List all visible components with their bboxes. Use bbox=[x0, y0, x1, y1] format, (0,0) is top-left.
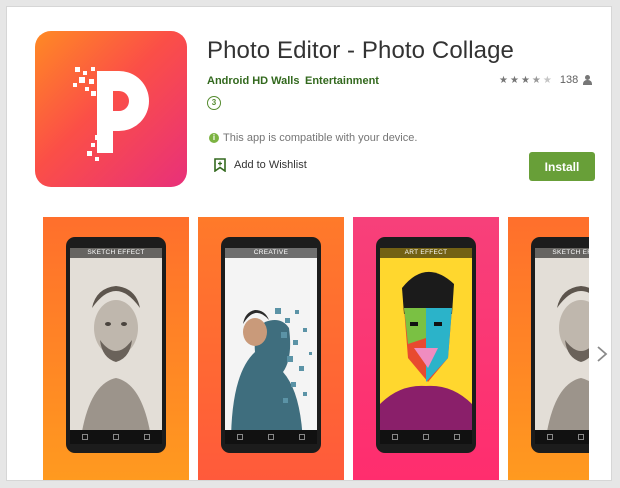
phone-nav-bar bbox=[380, 430, 472, 444]
phone-frame: SKETCH EFFECT bbox=[66, 237, 166, 453]
phone-screen: SKETCH EFFECT bbox=[535, 248, 589, 444]
chevron-right-icon[interactable] bbox=[595, 345, 609, 363]
screenshot-label: ART EFFECT bbox=[380, 248, 472, 258]
phone-nav-bar bbox=[225, 430, 317, 444]
rating-count: 138 bbox=[559, 74, 579, 86]
wishlist-label: Add to Wishlist bbox=[234, 159, 307, 171]
screenshot-thumbnail[interactable]: ART EFFECT bbox=[353, 217, 499, 480]
person-icon bbox=[583, 75, 593, 85]
app-title: Photo Editor - Photo Collage bbox=[207, 37, 514, 64]
compatibility-notice: i This app is compatible with your devic… bbox=[209, 132, 417, 144]
star-icon: ★ bbox=[509, 74, 519, 86]
phone-frame: SKETCH EFFECT bbox=[531, 237, 589, 453]
add-to-wishlist-button[interactable]: Add to Wishlist bbox=[214, 158, 307, 172]
app-details-card: Photo Editor - Photo Collage Android HD … bbox=[6, 6, 612, 481]
dispersion-portrait-image bbox=[225, 248, 317, 444]
rating-summary: ★ ★ ★ ★ ★ 138 bbox=[499, 74, 593, 86]
p-logo-icon bbox=[73, 67, 149, 161]
phone-nav-bar bbox=[70, 430, 162, 444]
empty-star-icon: ★ bbox=[542, 74, 552, 86]
screenshot-label: SKETCH EFFECT bbox=[535, 248, 589, 258]
phone-screen: ART EFFECT bbox=[380, 248, 472, 444]
star-icon: ★ bbox=[499, 74, 508, 86]
category-link[interactable]: Entertainment bbox=[305, 75, 379, 87]
developer-link[interactable]: Android HD Walls bbox=[207, 75, 299, 87]
phone-screen: CREATIVE bbox=[225, 248, 317, 444]
phone-frame: CREATIVE bbox=[221, 237, 321, 453]
compatibility-text: This app is compatible with your device. bbox=[223, 132, 418, 144]
install-button[interactable]: Install bbox=[529, 152, 595, 181]
phone-frame: ART EFFECT bbox=[376, 237, 476, 453]
screenshot-label: SKETCH EFFECT bbox=[70, 248, 162, 258]
sketch-portrait-image bbox=[70, 248, 162, 444]
star-icon: ★ bbox=[520, 74, 530, 86]
sketch-portrait-image bbox=[535, 248, 589, 444]
screenshot-carousel: SKETCH EFFECT CREATIVE ART EFFECT SKETCH… bbox=[43, 217, 589, 480]
screenshot-thumbnail[interactable]: CREATIVE bbox=[198, 217, 344, 480]
bookmark-add-icon bbox=[214, 158, 226, 172]
screenshot-thumbnail[interactable]: SKETCH EFFECT bbox=[508, 217, 589, 480]
phone-screen: SKETCH EFFECT bbox=[70, 248, 162, 444]
info-icon: i bbox=[209, 133, 219, 143]
half-star-icon: ★ bbox=[531, 74, 541, 86]
content-rating-badge: 3 bbox=[207, 96, 221, 110]
phone-nav-bar bbox=[535, 430, 589, 444]
pop-art-portrait-image bbox=[380, 248, 472, 444]
star-rating: ★ ★ ★ ★ ★ bbox=[499, 75, 554, 86]
app-icon bbox=[35, 31, 187, 187]
screenshot-label: CREATIVE bbox=[225, 248, 317, 258]
screenshot-thumbnail[interactable]: SKETCH EFFECT bbox=[43, 217, 189, 480]
